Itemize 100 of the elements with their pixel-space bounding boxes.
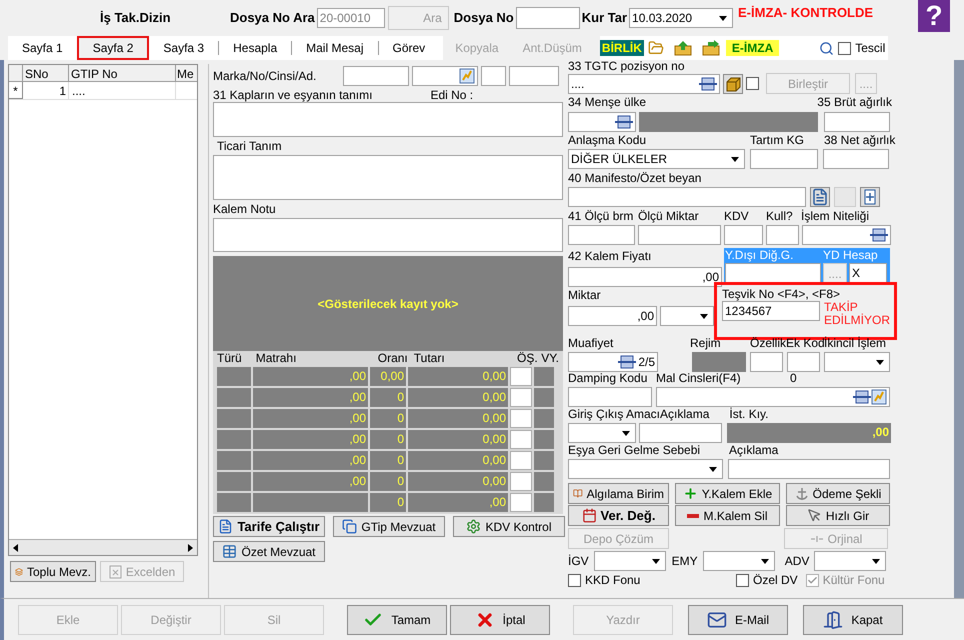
field-label: Eşya Geri Gelme Sebebi [568,444,702,457]
field-label: Rejim [690,337,722,350]
tab[interactable]: Sayfa 1 [8,36,77,60]
action-button[interactable]: KDV Kontrol [453,516,565,537]
footer-button[interactable]: E-Mail [688,604,788,634]
checkbox[interactable] [736,574,749,587]
input-field[interactable] [481,66,506,86]
text-area[interactable] [213,218,563,252]
input-field[interactable] [802,225,891,245]
input-field[interactable] [728,459,890,479]
minus-icon [687,514,700,518]
text-area[interactable] [213,102,563,137]
input-field[interactable] [750,352,783,372]
upload-icon[interactable] [674,40,692,56]
action-button[interactable]: Toplu Mevz. [10,561,96,582]
dropdown[interactable] [594,551,666,571]
input-field[interactable] [568,225,635,245]
input-field[interactable] [568,387,652,407]
horizontal-scrollbar[interactable] [9,539,197,555]
action-button[interactable]: Ver. Değ. [568,505,669,526]
input-field[interactable]: 20-00010 [316,8,385,28]
input-field[interactable] [656,387,890,407]
input-field[interactable]: ,00 [568,306,657,326]
folder-icon[interactable] [648,40,664,56]
input-field[interactable] [750,149,818,169]
input-field[interactable]: ,00 [568,267,722,287]
table-cell: ,00 [408,493,508,512]
action-button[interactable]: Y.Kalem Ekle [675,483,780,504]
input-field[interactable] [412,66,478,86]
checkbox[interactable] [746,77,759,90]
dropdown[interactable] [824,352,890,372]
input-field[interactable] [766,225,799,245]
input-field[interactable] [638,225,721,245]
tab[interactable]: Hesapla [219,36,292,60]
dropdown[interactable] [568,423,636,443]
input-field[interactable] [568,112,636,132]
input-field[interactable] [516,7,580,29]
table-cell: .... [69,82,176,99]
lookup-icon[interactable] [615,115,633,129]
column-header: Me [176,66,194,81]
field-label: 38 Net ağırlık [824,134,896,147]
input-field[interactable] [724,225,763,245]
input-field[interactable] [568,187,806,207]
forward-folder-icon[interactable] [702,40,720,56]
dropdown[interactable] [568,459,723,479]
add-page-icon[interactable] [860,187,880,207]
lookup-icon[interactable] [618,355,636,369]
footer-button[interactable]: Kapat [803,604,903,634]
tab[interactable]: Sayfa 2 [76,36,150,60]
gear-icon [466,519,482,534]
date-dropdown[interactable]: 10.03.2020 [629,8,734,28]
input-field[interactable] [824,112,890,132]
lookup-icon[interactable] [853,390,871,404]
input-field[interactable] [639,423,722,443]
dropdown[interactable] [660,306,714,326]
footer-button[interactable]: Tamam [347,604,447,634]
input-field[interactable] [725,263,821,283]
input-field[interactable] [823,149,889,169]
input-field[interactable]: 1234567 [722,301,820,321]
dropdown-caret-icon [719,16,728,20]
field-label: 40 Manifesto/Özet beyan [568,172,702,185]
text-area[interactable] [213,155,563,200]
footer-button[interactable]: İptal [450,604,550,634]
input-field[interactable] [343,66,410,86]
union-badge[interactable]: BİRLİK [600,40,644,56]
lookup-icon[interactable] [870,228,888,242]
action-button[interactable]: Ödeme Şekli [786,483,890,504]
edit-icon[interactable] [871,389,887,405]
column-header: GTIP No [69,65,176,81]
input-field[interactable] [509,66,560,86]
help-button[interactable]: ? [918,0,950,32]
field-label: KDV [724,210,750,223]
input-field[interactable]: .... [568,74,720,94]
input-field[interactable]: 2/5 [568,352,658,372]
table-cell: 0,00 [408,409,508,428]
action-button[interactable]: Algılama Birim [568,483,669,504]
search-icon[interactable] [819,40,834,56]
lookup-icon[interactable] [699,76,717,90]
esign-badge[interactable]: E-İMZA [726,40,780,56]
table-cell: 0 [370,472,406,491]
action-button[interactable]: M.Kalem Sil [675,505,780,526]
field-label: Anlaşma Kodu [568,134,648,147]
action-button[interactable]: GTip Mevzuat [333,516,445,537]
dropdown[interactable] [814,551,886,571]
tab[interactable]: Görev [378,36,440,60]
table-cell: 0,00 [370,367,406,386]
input-field[interactable] [787,352,820,372]
input-field[interactable]: X [849,263,887,283]
action-button[interactable]: Tarife Çalıştır [213,516,325,537]
checkbox[interactable] [568,574,581,587]
tab[interactable]: Sayfa 3 [149,36,218,60]
list-icon[interactable] [810,187,830,207]
edit-icon[interactable] [459,68,476,84]
dropdown-caret-icon [709,466,717,472]
cube-icon[interactable] [723,74,743,94]
checkbox[interactable] [838,42,852,54]
dropdown[interactable]: DİĞER ÜLKELER [568,149,745,169]
action-button[interactable]: Özet Mevzuat [213,541,325,562]
tab[interactable]: Mail Mesaj [292,36,378,60]
action-button[interactable]: Hızlı Gir [786,505,890,526]
